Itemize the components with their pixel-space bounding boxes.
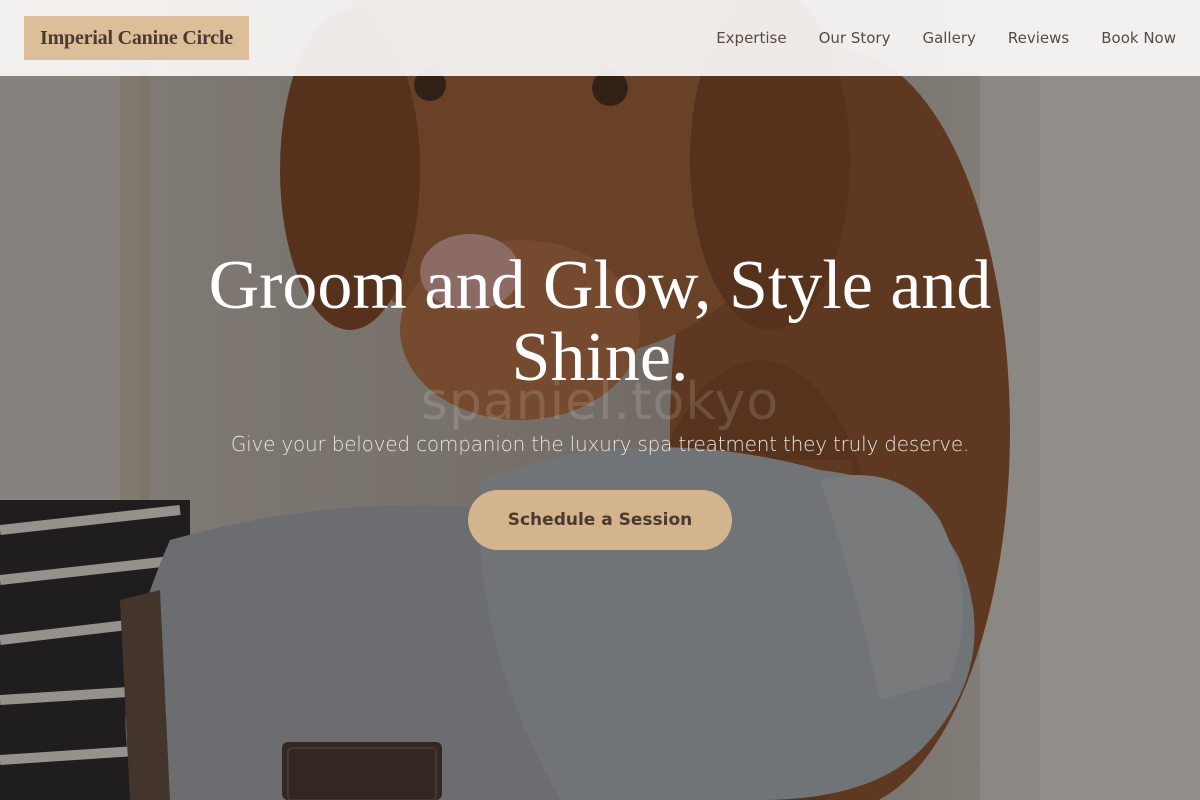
brand-logo[interactable]: Imperial Canine Circle [24,16,249,60]
nav-item-book-now[interactable]: Book Now [1101,29,1176,47]
site-header: Imperial Canine Circle Expertise Our Sto… [0,0,1200,76]
hero-headline: Groom and Glow, Style and Shine. [208,247,992,396]
nav-item-expertise[interactable]: Expertise [716,29,786,47]
nav-item-reviews[interactable]: Reviews [1008,29,1069,47]
schedule-session-button[interactable]: Schedule a Session [467,490,733,550]
hero-subtext: Give your beloved companion the luxury s… [230,432,970,456]
main-nav: Expertise Our Story Gallery Reviews Book… [716,29,1176,47]
nav-item-our-story[interactable]: Our Story [819,29,891,47]
nav-item-gallery[interactable]: Gallery [922,29,975,47]
hero-content: Groom and Glow, Style and Shine. Give yo… [0,250,1200,550]
